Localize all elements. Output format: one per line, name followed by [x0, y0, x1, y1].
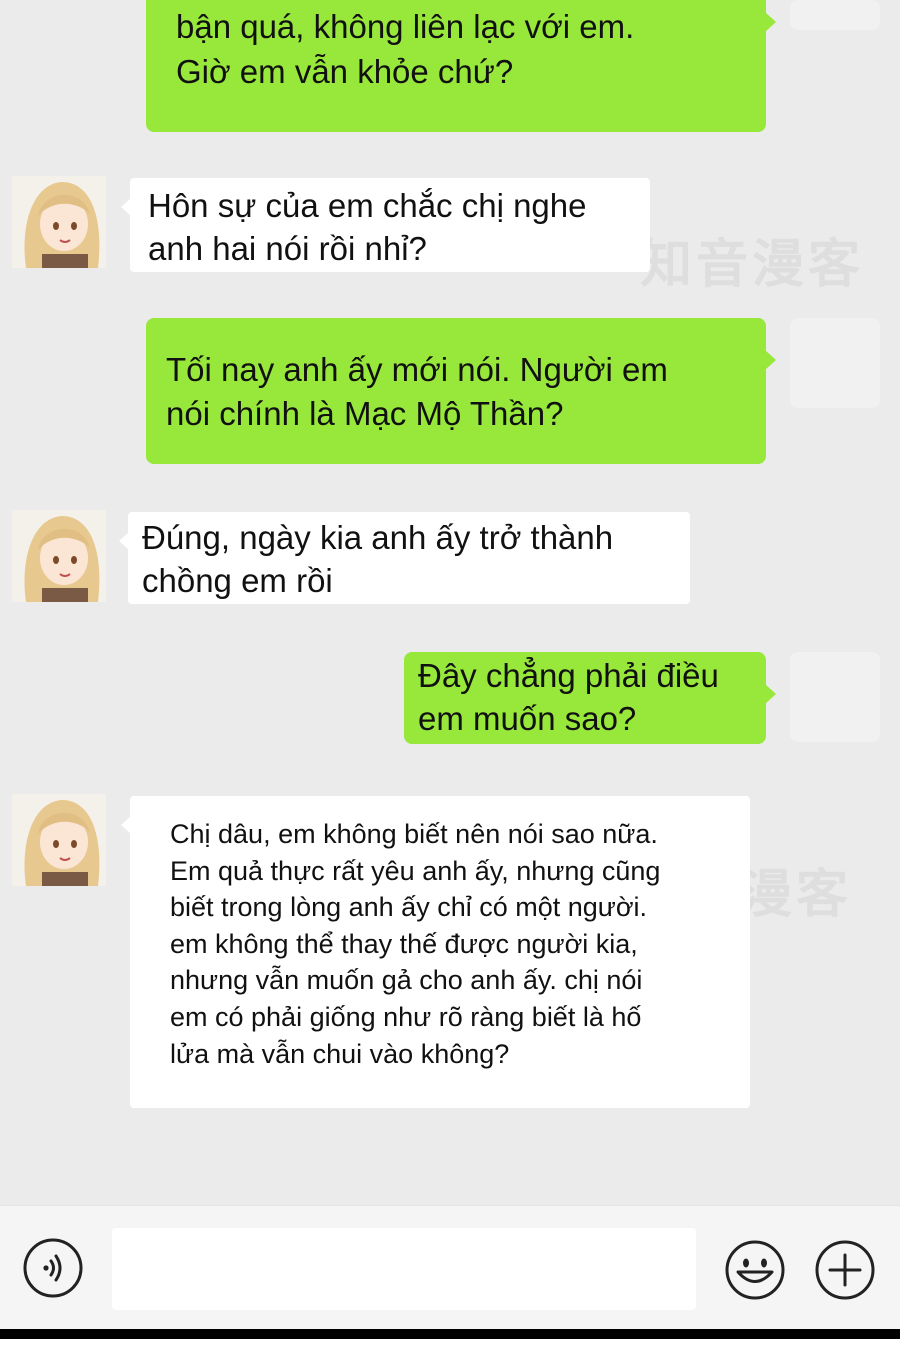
- watermark-bottom: 漫客: [740, 865, 853, 925]
- chat-area: 知音漫客 漫客 bận quá, không liên lạc với em. …: [0, 0, 900, 1205]
- plus-icon: [815, 1240, 875, 1300]
- message-text: bận quá, không liên lạc với em. Giờ em v…: [176, 8, 635, 90]
- received-message-bubble[interactable]: Hôn sự của em chắc chị nghe anh hai nói …: [121, 178, 650, 272]
- message-input[interactable]: [112, 1228, 696, 1310]
- ghost-avatar: [790, 318, 880, 408]
- smiley-icon: [725, 1240, 785, 1300]
- ghost-avatar: [790, 0, 880, 30]
- emoji-button[interactable]: [724, 1239, 786, 1301]
- sent-message-bubble[interactable]: Tối nay anh ấy mới nói. Người em nói chí…: [146, 318, 776, 464]
- received-message-bubble[interactable]: Chị dâu, em không biết nên nói sao nữa. …: [121, 796, 750, 1108]
- contact-avatar[interactable]: [12, 510, 106, 602]
- voice-button[interactable]: [22, 1237, 84, 1299]
- bottom-margin: [0, 1339, 900, 1361]
- watermark-top: 知音漫客: [640, 235, 865, 295]
- message-text: Đúng, ngày kia anh ấy trở thành chồng em…: [142, 519, 614, 599]
- contact-avatar[interactable]: [12, 794, 106, 886]
- received-message-bubble[interactable]: Đúng, ngày kia anh ấy trở thành chồng em…: [119, 512, 690, 604]
- sent-message-bubble[interactable]: bận quá, không liên lạc với em. Giờ em v…: [146, 0, 776, 132]
- sent-message-bubble[interactable]: Đây chẳng phải điều em muốn sao?: [404, 652, 776, 744]
- voice-icon: [23, 1238, 83, 1298]
- contact-avatar[interactable]: [12, 176, 106, 268]
- message-text: Chị dâu, em không biết nên nói sao nữa. …: [170, 819, 661, 1069]
- message-text: Tối nay anh ấy mới nói. Người em nói chí…: [166, 351, 668, 432]
- message-text: Hôn sự của em chắc chị nghe anh hai nói …: [148, 187, 587, 267]
- add-button[interactable]: [814, 1239, 876, 1301]
- bottom-border: [0, 1329, 900, 1339]
- input-bar: [0, 1205, 900, 1330]
- ghost-avatar: [790, 652, 880, 742]
- message-text: Đây chẳng phải điều em muốn sao?: [418, 657, 719, 737]
